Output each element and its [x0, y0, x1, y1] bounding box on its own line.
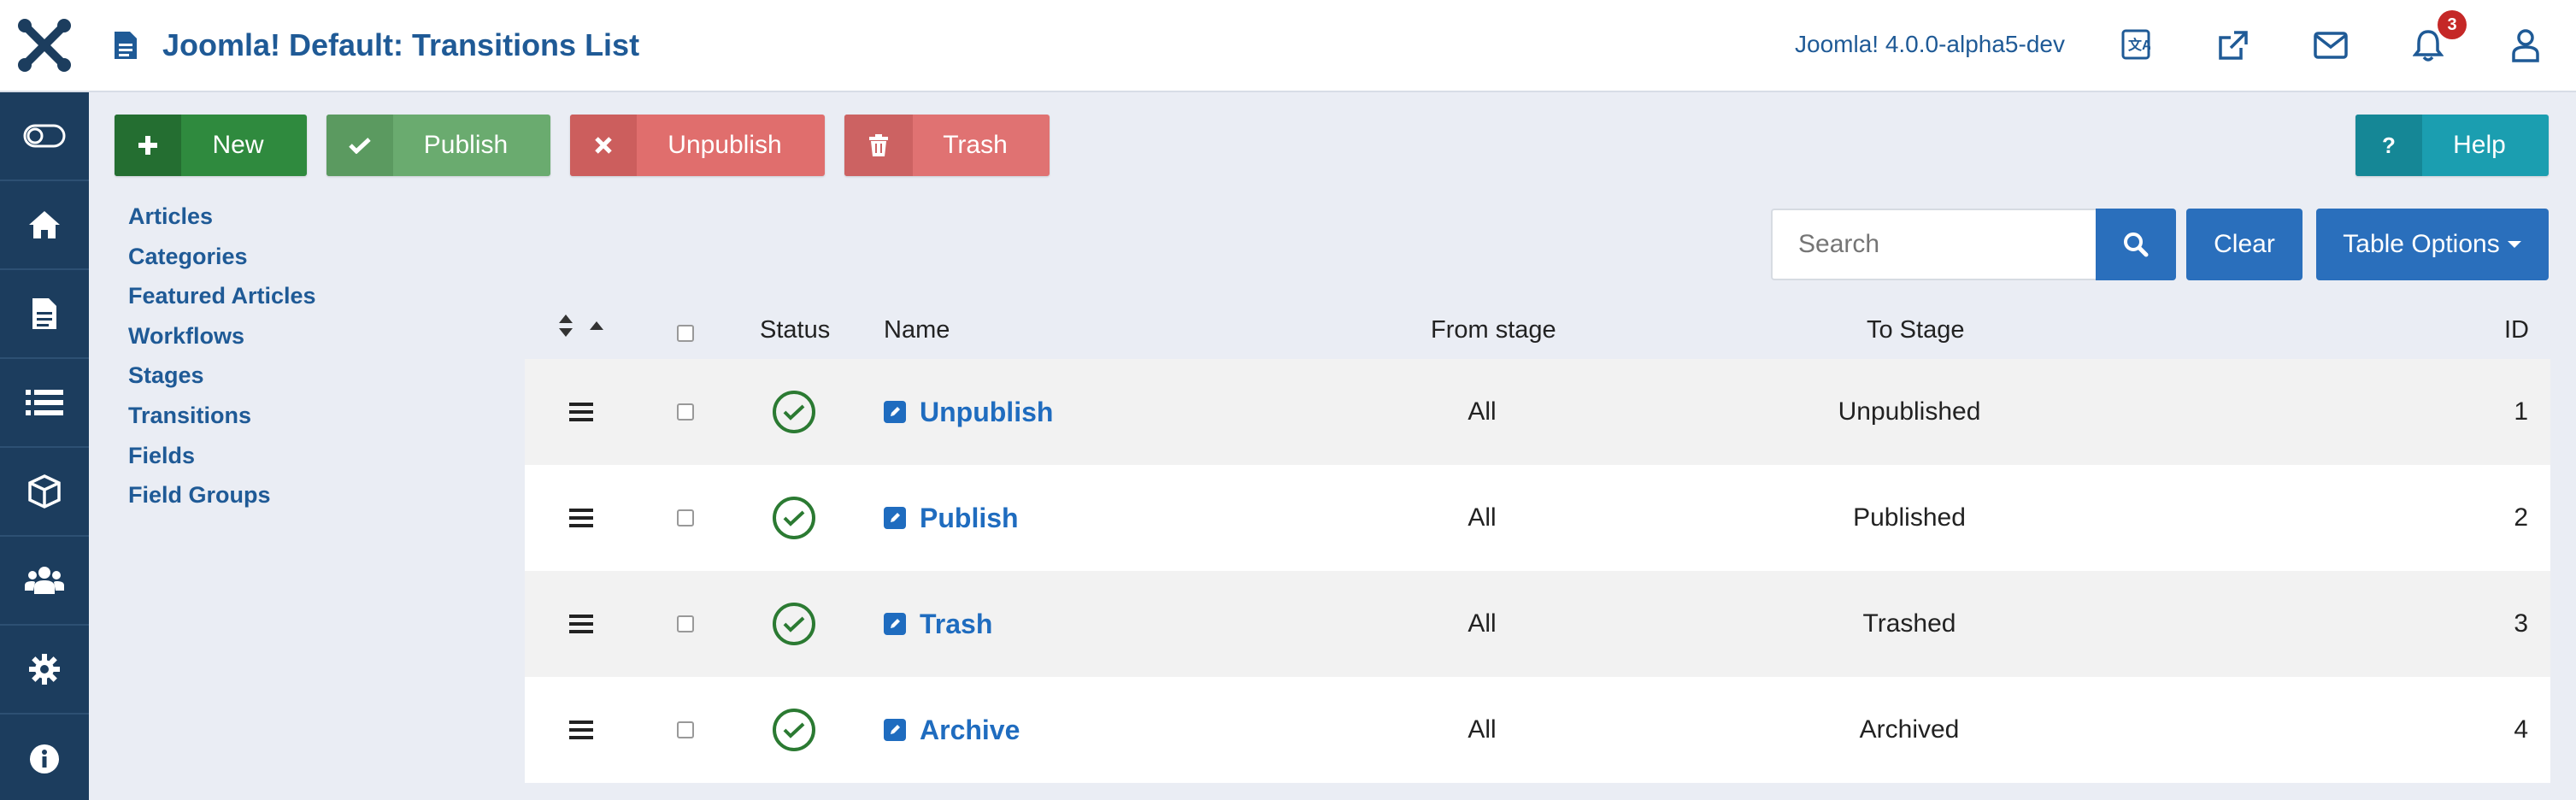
notification-count-badge: 3 — [2438, 10, 2467, 39]
edit-icon — [884, 401, 906, 423]
transition-name-link[interactable]: Unpublish — [884, 397, 1053, 428]
submenu-item-categories[interactable]: Categories — [128, 242, 316, 282]
to-stage-cell: Published — [1853, 503, 1966, 532]
document-icon — [115, 32, 137, 59]
sidebar-item-help[interactable] — [0, 715, 89, 800]
search-icon — [2124, 232, 2149, 257]
to-stage-cell: Unpublished — [1838, 397, 1981, 426]
edit-icon — [884, 507, 906, 529]
to-stage-cell: Trashed — [1862, 609, 1956, 638]
drag-handle-icon[interactable] — [569, 465, 593, 571]
row-checkbox[interactable] — [677, 677, 694, 783]
submenu-item-stages[interactable]: Stages — [128, 361, 316, 401]
table-header: Status Name From stage To Stage ID — [525, 306, 2550, 359]
table-options-button[interactable]: Table Options — [2316, 209, 2549, 280]
table-row: Unpublish All Unpublished 1 — [525, 359, 2550, 465]
drag-handle-icon[interactable] — [569, 677, 593, 783]
plus-icon — [115, 115, 181, 176]
sidebar — [0, 92, 89, 800]
cube-icon — [28, 474, 61, 509]
from-stage-cell: All — [1467, 715, 1497, 744]
info-icon — [30, 744, 59, 774]
edit-icon — [884, 613, 906, 635]
drag-handle-icon[interactable] — [569, 571, 593, 677]
select-all-checkbox[interactable] — [677, 325, 694, 342]
clear-button[interactable]: Clear — [2186, 209, 2303, 280]
edit-icon — [884, 719, 906, 741]
search-input[interactable] — [1771, 209, 2097, 280]
column-header-status[interactable]: Status — [760, 316, 830, 344]
sidebar-item-menus[interactable] — [0, 359, 89, 448]
from-stage-cell: All — [1467, 609, 1497, 638]
id-cell: 1 — [2514, 397, 2528, 426]
from-stage-cell: All — [1467, 397, 1497, 426]
column-header-name[interactable]: Name — [884, 316, 950, 344]
top-header: Joomla! Default: Transitions List — [0, 0, 2576, 92]
status-published-toggle[interactable] — [773, 677, 815, 783]
svg-text:文A: 文A — [2128, 37, 2150, 53]
submenu-item-articles[interactable]: Articles — [128, 202, 316, 242]
ordering-sort-toggle[interactable] — [557, 313, 605, 338]
drag-handle-icon[interactable] — [569, 359, 593, 465]
table-row: Publish All Published 2 — [525, 465, 2550, 571]
from-stage-cell: All — [1467, 503, 1497, 532]
sidebar-item-users[interactable] — [0, 537, 89, 626]
sidebar-item-components[interactable] — [0, 448, 89, 537]
status-published-toggle[interactable] — [773, 571, 815, 677]
sidebar-item-home[interactable] — [0, 181, 89, 270]
status-published-toggle[interactable] — [773, 465, 815, 571]
submenu-item-field-groups[interactable]: Field Groups — [128, 480, 316, 521]
transition-name-link[interactable]: Trash — [884, 609, 992, 640]
submenu-item-featured-articles[interactable]: Featured Articles — [128, 281, 316, 321]
table-row: Trash All Trashed 3 — [525, 571, 2550, 677]
list-icon — [26, 390, 63, 415]
users-icon — [25, 567, 64, 594]
transition-name-link[interactable]: Publish — [884, 503, 1019, 534]
sidebar-item-content[interactable] — [0, 270, 89, 359]
gear-icon — [29, 654, 60, 685]
sort-icon — [559, 315, 573, 337]
id-cell: 4 — [2514, 715, 2528, 744]
sort-asc-icon — [590, 321, 603, 330]
check-icon — [326, 115, 393, 176]
page-title: Joomla! Default: Transitions List — [162, 27, 640, 62]
caret-down-icon — [2507, 241, 2521, 248]
row-checkbox[interactable] — [677, 571, 694, 677]
help-button[interactable]: ? Help — [2355, 115, 2549, 176]
times-icon — [570, 115, 637, 176]
submenu-item-fields[interactable]: Fields — [128, 441, 316, 481]
notifications-bell-icon[interactable]: 3 — [2408, 10, 2467, 65]
version-link[interactable]: Joomla! 4.0.0-alpha5-dev — [1795, 31, 2065, 58]
file-icon — [32, 298, 56, 329]
column-header-to-stage[interactable]: To Stage — [1867, 316, 1964, 344]
home-icon — [29, 211, 60, 238]
trash-icon — [844, 115, 913, 176]
id-cell: 2 — [2514, 503, 2528, 532]
user-icon[interactable] — [2506, 26, 2545, 65]
id-cell: 3 — [2514, 609, 2528, 638]
question-icon: ? — [2355, 115, 2422, 176]
submenu-item-workflows[interactable]: Workflows — [128, 321, 316, 362]
new-button[interactable]: New — [115, 115, 307, 176]
column-header-id[interactable]: ID — [2504, 316, 2529, 344]
table-row: Archive All Archived 4 — [525, 677, 2550, 783]
row-checkbox[interactable] — [677, 359, 694, 465]
column-header-from-stage[interactable]: From stage — [1431, 316, 1556, 344]
mail-icon[interactable] — [2311, 26, 2350, 65]
transition-name-link[interactable]: Archive — [884, 715, 1020, 746]
submenu: Articles Categories Featured Articles Wo… — [128, 202, 316, 521]
external-link-icon[interactable] — [2214, 26, 2253, 65]
status-published-toggle[interactable] — [773, 359, 815, 465]
row-checkbox[interactable] — [677, 465, 694, 571]
unpublish-button[interactable]: Unpublish — [570, 115, 825, 176]
language-icon[interactable]: 文A — [2116, 26, 2155, 65]
joomla-logo[interactable] — [0, 0, 89, 91]
to-stage-cell: Archived — [1859, 715, 1960, 744]
submenu-item-transitions[interactable]: Transitions — [128, 401, 316, 441]
publish-button[interactable]: Publish — [326, 115, 550, 176]
sidebar-item-system[interactable] — [0, 626, 89, 715]
trash-button[interactable]: Trash — [844, 115, 1050, 176]
sidebar-toggle[interactable] — [0, 92, 89, 181]
search-button[interactable] — [2096, 209, 2176, 280]
